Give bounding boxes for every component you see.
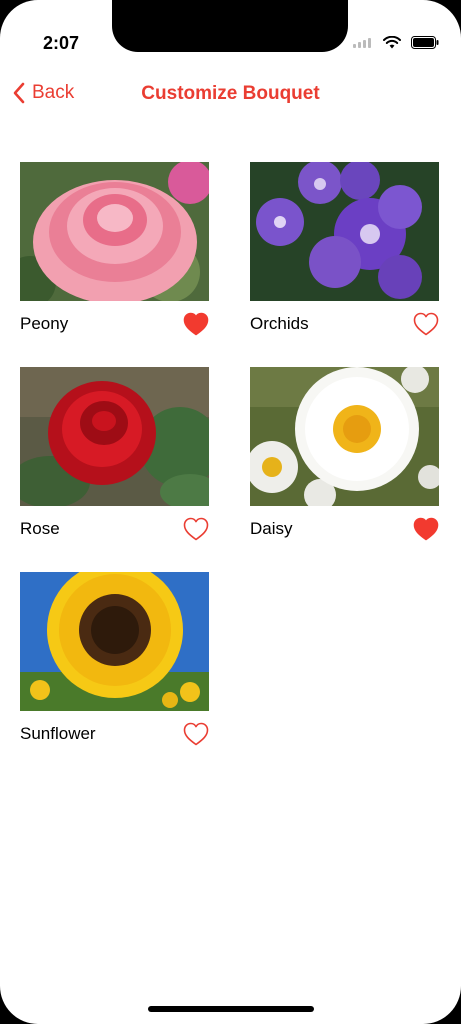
battery-icon bbox=[411, 36, 439, 49]
status-icons bbox=[353, 36, 439, 49]
heart-outline-icon[interactable] bbox=[413, 312, 439, 336]
flower-card-peony[interactable]: Peony bbox=[20, 162, 209, 341]
flower-name: Orchids bbox=[250, 314, 309, 333]
heart-filled-icon[interactable] bbox=[183, 312, 209, 336]
heart-outline-icon[interactable] bbox=[183, 722, 209, 746]
peony-image bbox=[20, 162, 209, 301]
status-time: 2:07 bbox=[43, 33, 80, 53]
flower-caption: Orchids bbox=[250, 301, 439, 341]
flower-name: Daisy bbox=[250, 519, 293, 538]
navigation-bar: Back Customize Bouquet bbox=[0, 78, 461, 108]
flower-caption: Daisy bbox=[250, 506, 439, 546]
flower-card-daisy[interactable]: Daisy bbox=[250, 367, 439, 546]
daisy-image bbox=[250, 367, 439, 506]
wifi-icon bbox=[383, 36, 401, 49]
rose-image bbox=[20, 367, 209, 506]
flower-name: Peony bbox=[20, 314, 69, 333]
flower-card-sunflower[interactable]: Sunflower bbox=[20, 572, 209, 751]
flower-card-rose[interactable]: Rose bbox=[20, 367, 209, 546]
app-screen: 2:07 Back Customize Bouquet Peony Orchid… bbox=[0, 0, 461, 1024]
flower-caption: Sunflower bbox=[20, 711, 209, 751]
flower-name: Sunflower bbox=[20, 724, 96, 743]
cellular-signal-icon bbox=[353, 37, 371, 48]
flower-card-orchids[interactable]: Orchids bbox=[250, 162, 439, 341]
flower-caption: Peony bbox=[20, 301, 209, 341]
sunflower-image bbox=[20, 572, 209, 711]
heart-filled-icon[interactable] bbox=[413, 517, 439, 541]
device-notch bbox=[112, 0, 348, 52]
flower-caption: Rose bbox=[20, 506, 209, 546]
page-title: Customize Bouquet bbox=[141, 83, 320, 104]
home-indicator[interactable] bbox=[148, 1006, 314, 1012]
heart-outline-icon[interactable] bbox=[183, 517, 209, 541]
flower-name: Rose bbox=[20, 519, 60, 538]
orchids-image bbox=[250, 162, 439, 301]
